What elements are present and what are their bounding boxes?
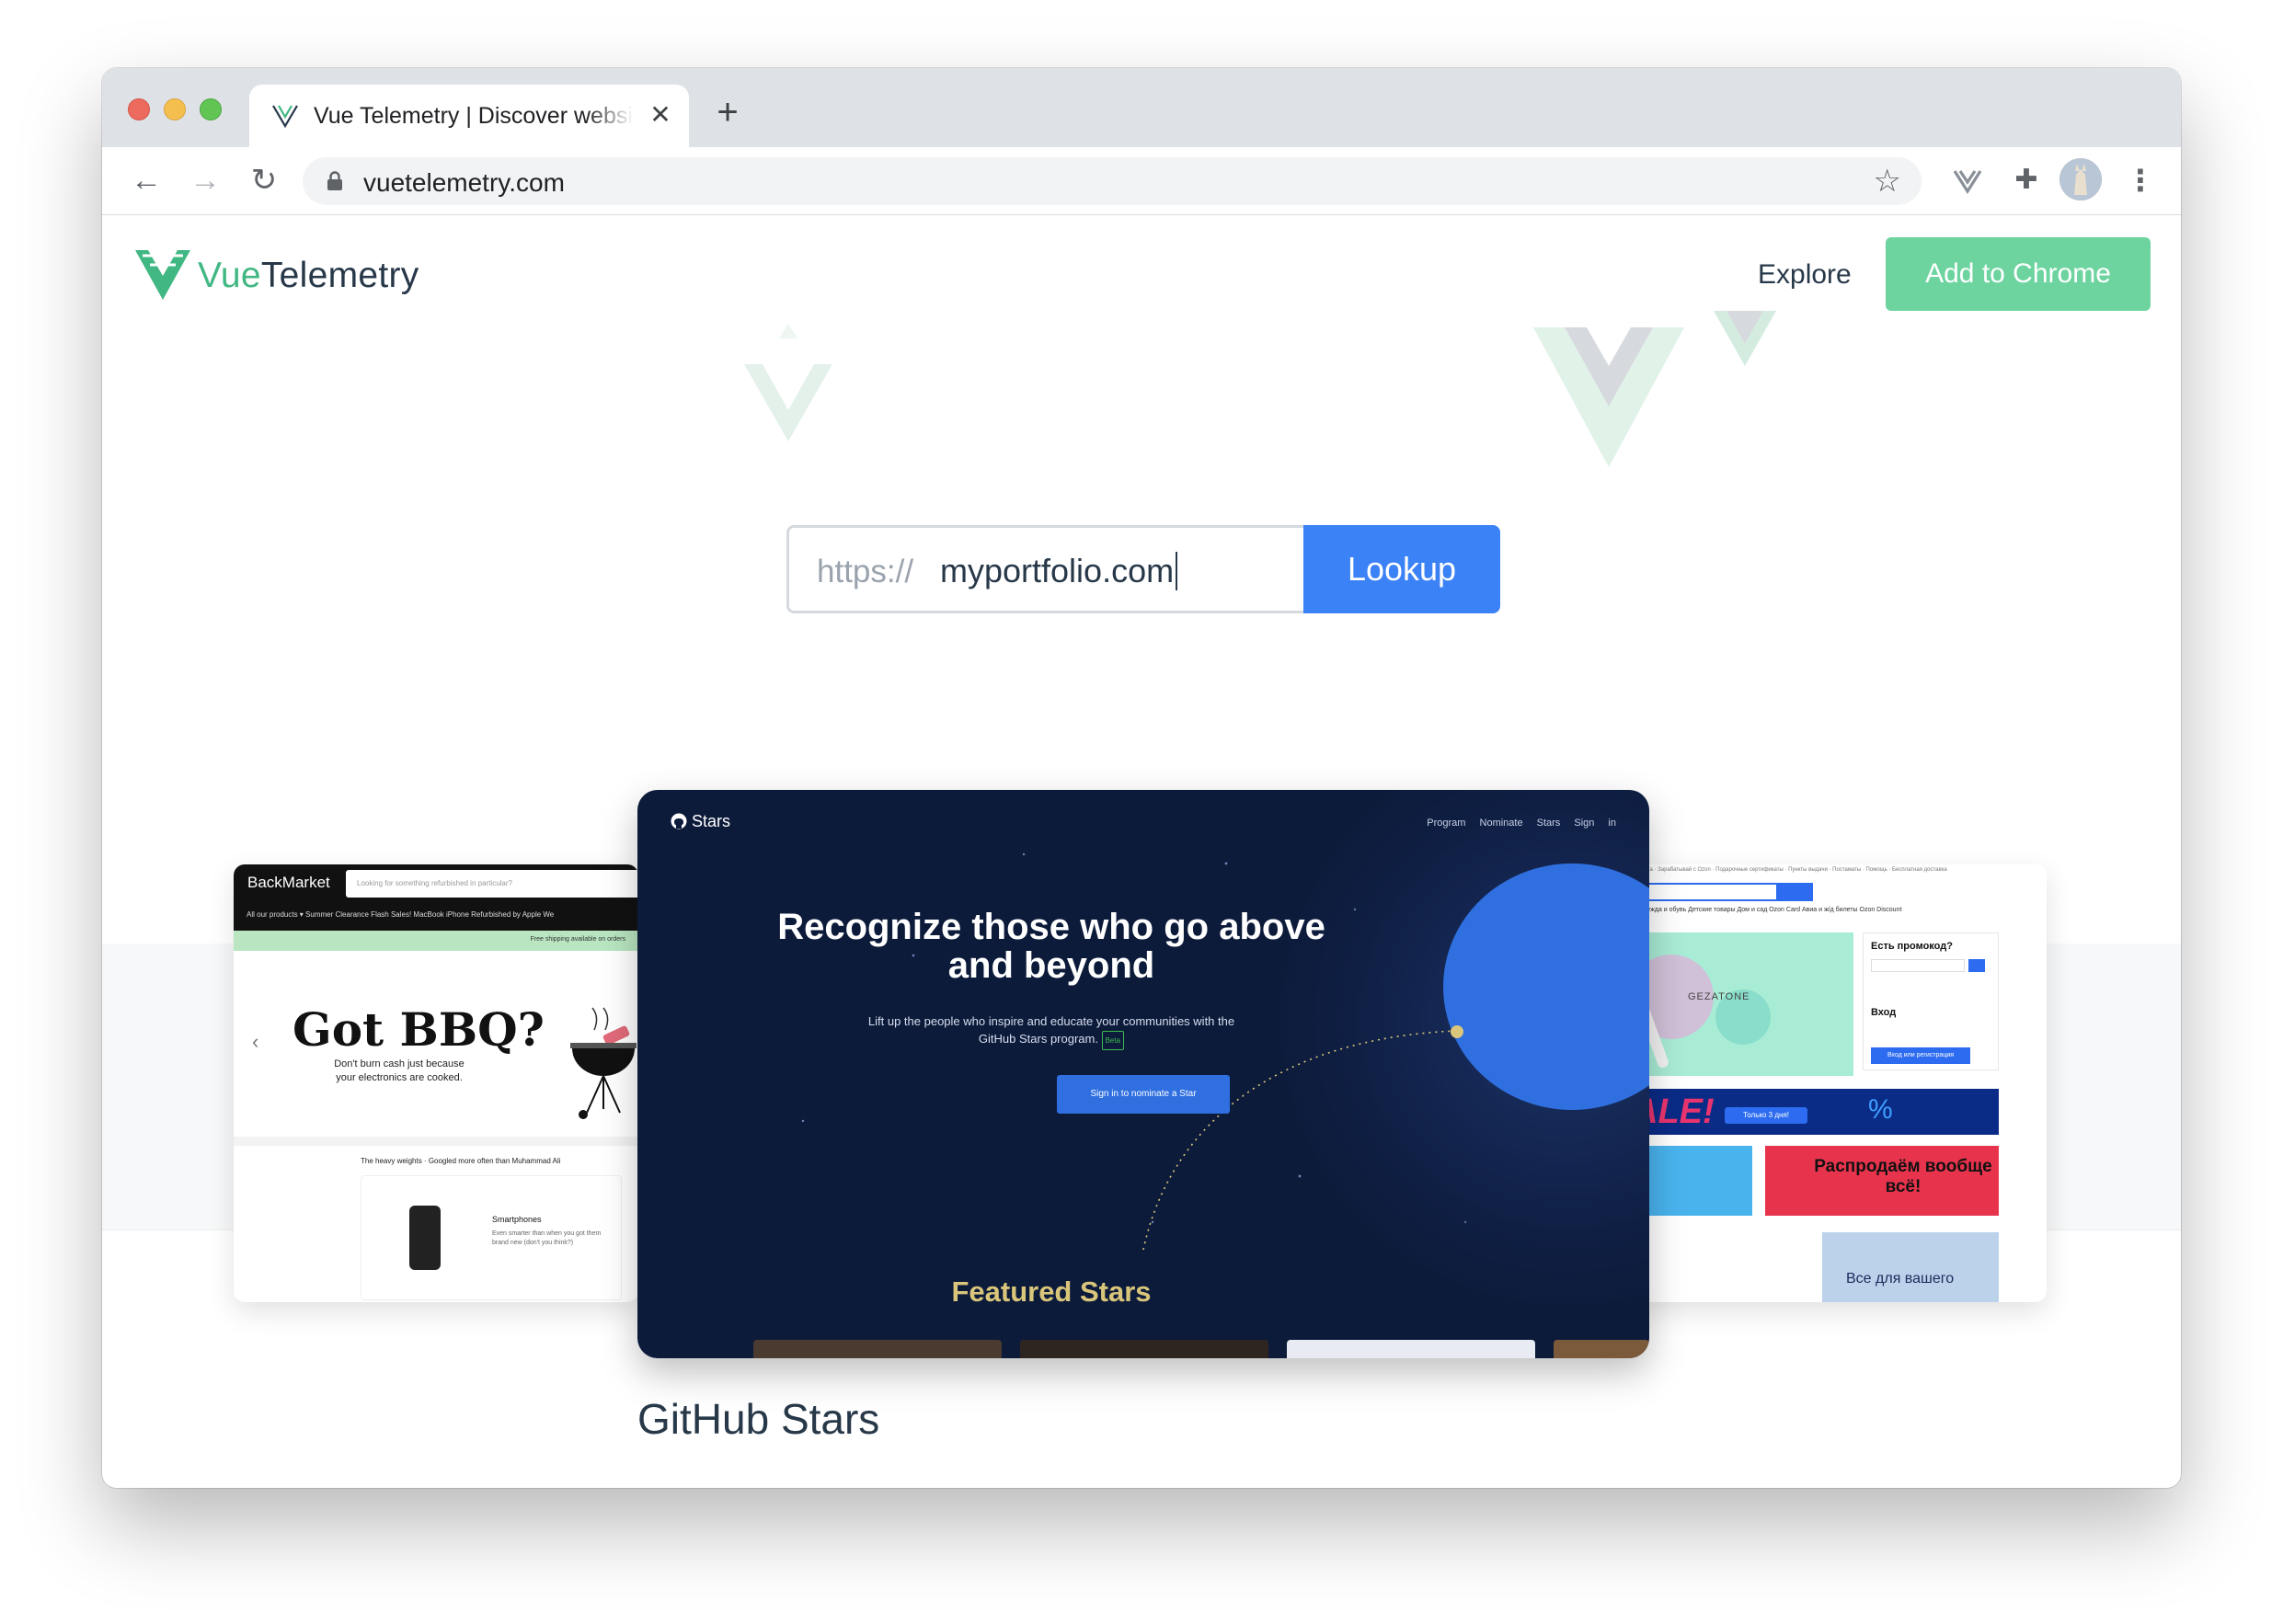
backmarket-separator <box>234 1137 638 1146</box>
backmarket-product-name: Smartphones <box>492 1215 542 1224</box>
site-card-backmarket[interactable]: BackMarket Looking for something refurbi… <box>234 864 638 1302</box>
screen: Vue Telemetry | Discover websites built … <box>0 0 2283 1624</box>
tab-bar: Vue Telemetry | Discover websites built … <box>102 68 2181 147</box>
reload-button[interactable]: ↻ <box>244 160 284 200</box>
nav-explore-link[interactable]: Explore <box>1758 259 1852 291</box>
vue-telemetry-logo-icon <box>135 250 190 300</box>
featured-star-thumb <box>1554 1340 1649 1358</box>
url-prefix: https:// <box>817 554 914 589</box>
tab-vue-telemetry[interactable]: Vue Telemetry | Discover websites built … <box>249 85 689 147</box>
github-stars-nav: Program Nominate Stars Sign in <box>1427 818 1616 829</box>
github-logo-icon <box>671 813 687 829</box>
maximize-window-button[interactable] <box>200 98 222 120</box>
ozon-login-title: Вход <box>1871 1007 1897 1018</box>
vue-telemetry-favicon-icon <box>272 105 298 128</box>
forward-button[interactable]: → <box>185 160 225 200</box>
backmarket-brand: BackMarket <box>247 874 330 891</box>
github-stars-featured-heading: Featured Stars <box>951 1275 1152 1308</box>
ozon-banner-brand: GEZATONE <box>1688 991 1750 1002</box>
browser-menu-icon[interactable]: ⋮ <box>2122 162 2159 199</box>
close-tab-icon[interactable]: ✕ <box>647 101 674 129</box>
ozon-sale-percent: % <box>1868 1094 1893 1125</box>
ozon-login-button: Вход или регистрация <box>1871 1047 1970 1064</box>
github-stars-logo: Stars <box>671 812 730 831</box>
new-tab-button[interactable]: + <box>709 94 746 131</box>
add-to-chrome-button[interactable]: Add to Chrome <box>1886 237 2151 311</box>
ozon-search <box>1633 883 1798 901</box>
ozon-categories: Одежда и обувь Детские товары Дом и сад … <box>1638 907 1902 913</box>
gh-orbit-dot <box>1451 1025 1463 1038</box>
site-lookup-form: https:// myportfolio.com Lookup <box>786 525 1500 613</box>
backmarket-product-desc: Even smarter than when you got them bran… <box>492 1230 602 1246</box>
backmarket-section-title: The heavy weights · Googled more often t… <box>361 1157 561 1165</box>
dotted-orbit-icon <box>1142 1030 1457 1251</box>
ozon-sale-banner: ALE! Только 3 дня! % <box>1633 1089 1999 1135</box>
back-button[interactable]: ← <box>126 160 166 200</box>
tab-title: Vue Telemetry | Discover websites built … <box>314 103 634 129</box>
avatar-image-icon <box>2059 158 2102 200</box>
bookmark-star-icon[interactable]: ☆ <box>1874 165 1901 198</box>
ozon-tile-a <box>1633 1146 1752 1216</box>
backmarket-hero-subtitle: Don't burn cash just because your electr… <box>334 1058 465 1083</box>
vue-telemetry-extension-icon[interactable] <box>1949 162 1986 199</box>
minimize-window-button[interactable] <box>164 98 186 120</box>
site-card-ozon[interactable]: Наша · Зарабатывай с Ozon · Подарочные с… <box>1633 864 2047 1302</box>
backmarket-search: Looking for something refurbished in par… <box>346 870 638 898</box>
ozon-promo-panel: Есть промокод? Вход Вход или регистрация <box>1863 932 1999 1070</box>
ozon-top-links: Наша · Зарабатывай с Ozon · Подарочные с… <box>1638 867 1947 873</box>
ozon-promo-input <box>1871 959 1965 972</box>
url-text: vuetelemetry.com <box>363 168 565 197</box>
featured-star-thumb <box>1287 1340 1535 1358</box>
github-stars-title: Recognize those who go above and beyond <box>777 907 1325 986</box>
chevron-left-icon: ‹ <box>252 1030 259 1053</box>
ozon-banner-art-icon <box>1633 955 1771 1069</box>
address-bar[interactable]: vuetelemetry.com ☆ <box>303 157 1922 205</box>
active-site-caption[interactable]: GitHub Stars <box>637 1394 879 1444</box>
ozon-sale-pill: Только 3 дня! <box>1725 1107 1807 1124</box>
bbq-grill-icon <box>570 1007 637 1119</box>
browser-toolbar: ← → ↻ vuetelemetry.com ☆ ✚ ⋮ <box>102 147 2181 215</box>
url-lookup-input[interactable]: https:// myportfolio.com <box>786 525 1303 613</box>
backmarket-hero-title: Got BBQ? <box>293 1002 545 1057</box>
github-stars-logo-text: Stars <box>692 812 731 830</box>
backmarket-product-card: Smartphones Even smarter than when you g… <box>361 1175 622 1300</box>
featured-star-thumb <box>753 1340 1002 1358</box>
close-window-button[interactable] <box>128 98 150 120</box>
ozon-promo-go <box>1968 959 1985 972</box>
ozon-search-button <box>1776 883 1813 901</box>
lookup-button[interactable]: Lookup <box>1303 525 1500 613</box>
github-stars-subtitle-text: Lift up the people who inspire and educa… <box>867 1014 1235 1046</box>
ozon-banner: GEZATONE <box>1633 932 1853 1076</box>
backmarket-header: BackMarket Looking for something refurbi… <box>234 864 638 931</box>
lock-icon <box>327 171 342 190</box>
backmarket-nav: All our products ▾ Summer Clearance Flas… <box>247 910 555 919</box>
ozon-tile-b: Распродаём вообще всё! <box>1765 1146 1999 1216</box>
beta-badge: Beta <box>1101 1031 1125 1050</box>
site-card-github-stars[interactable]: Stars Program Nominate Stars Sign in Rec… <box>637 790 1649 1358</box>
extensions-puzzle-icon[interactable]: ✚ <box>2008 162 2045 199</box>
featured-star-thumb <box>1020 1340 1268 1358</box>
page-content: VueTelemetry Explore Add to Chrome https… <box>102 215 2181 1488</box>
backmarket-shipping-bar: Free shipping available on orders <box>234 931 638 951</box>
ozon-tile-c: Все для вашего <box>1822 1232 1999 1302</box>
ozon-promo-title: Есть промокод? <box>1871 941 1953 952</box>
browser-window: Vue Telemetry | Discover websites built … <box>102 68 2181 1488</box>
smartphone-image <box>409 1206 441 1270</box>
logo-text-telemetry: Telemetry <box>260 256 419 295</box>
profile-avatar[interactable] <box>2059 158 2102 200</box>
decorative-v-icon <box>744 324 832 441</box>
logo-text: VueTelemetry <box>198 256 419 296</box>
decorative-vue-logo-icon <box>1533 311 1776 467</box>
github-stars-subtitle: Lift up the people who inspire and educa… <box>867 1012 1235 1050</box>
logo-text-vue: Vue <box>198 256 261 295</box>
github-stars-nominate-button: Sign in to nominate a Star <box>1057 1075 1230 1114</box>
ozon-tile-c-text: Все для вашего <box>1846 1271 1955 1287</box>
url-lookup-value: myportfolio.com <box>940 552 1178 590</box>
ozon-tile-b-text: Распродаём вообще всё! <box>1814 1157 1992 1196</box>
